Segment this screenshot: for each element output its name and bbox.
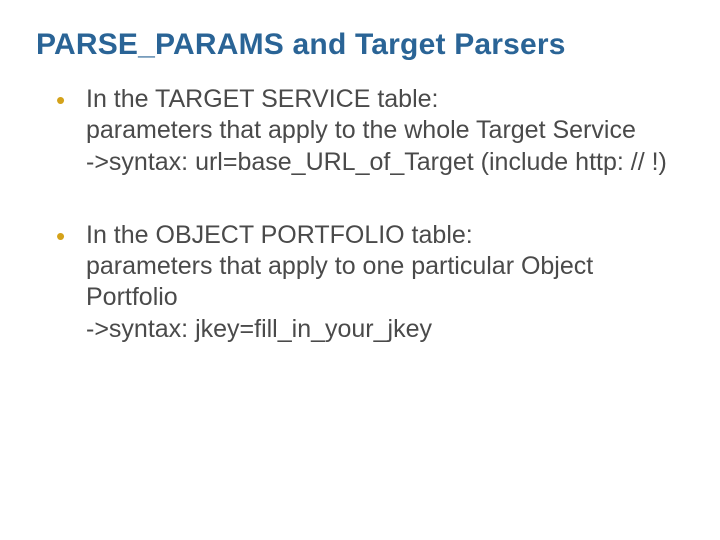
bullet-list: In the TARGET SERVICE table: parameters … xyxy=(36,84,684,345)
bullet-desc: parameters that apply to the whole Targe… xyxy=(86,115,684,146)
bullet-head: In the TARGET SERVICE table: xyxy=(86,84,684,115)
bullet-syntax: ->syntax: url=base_URL_of_Target (includ… xyxy=(86,147,684,178)
slide: PARSE_PARAMS and Target Parsers In the T… xyxy=(0,0,720,540)
bullet-head: In the OBJECT PORTFOLIO table: xyxy=(86,220,684,251)
bullet-syntax: ->syntax: jkey=fill_in_your_jkey xyxy=(86,314,684,345)
list-item: In the OBJECT PORTFOLIO table: parameter… xyxy=(56,220,684,345)
bullet-desc: parameters that apply to one particular … xyxy=(86,251,684,314)
list-item: In the TARGET SERVICE table: parameters … xyxy=(56,84,684,178)
slide-title: PARSE_PARAMS and Target Parsers xyxy=(36,28,684,62)
